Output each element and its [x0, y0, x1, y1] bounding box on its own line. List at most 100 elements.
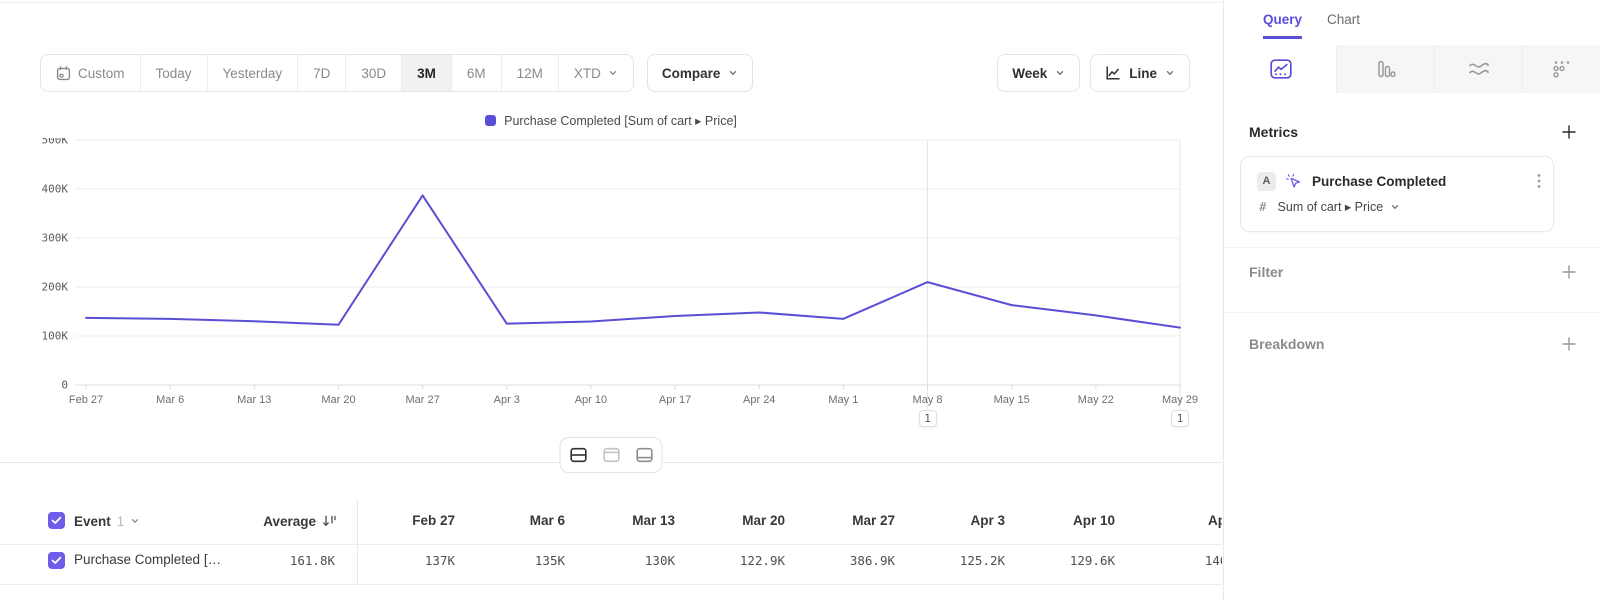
column-header[interactable]: Apr 17: [1140, 513, 1222, 528]
chevron-down-icon: [1055, 68, 1065, 78]
annotation-badge[interactable]: 1: [1171, 410, 1189, 427]
metric-menu-button[interactable]: [1537, 173, 1541, 189]
metric-card[interactable]: A Purchase Completed # Sum of cart ▸ Pri…: [1240, 156, 1554, 232]
chevron-down-icon: [130, 516, 140, 526]
metric-card-row: A Purchase Completed: [1257, 171, 1541, 191]
tab-chart[interactable]: Chart: [1327, 12, 1360, 39]
breakdown-title: Breakdown: [1249, 336, 1324, 352]
range-7d[interactable]: 7D: [298, 55, 346, 91]
metric-aggregation-selector[interactable]: # Sum of cart ▸ Price: [1259, 199, 1400, 214]
svg-text:May 8: May 8: [913, 394, 943, 406]
legend-swatch: [485, 115, 496, 126]
range-label: Custom: [78, 66, 125, 81]
layout-chart-only-button[interactable]: [596, 440, 627, 470]
column-header[interactable]: Feb 27: [345, 513, 455, 528]
calendar-icon: [56, 66, 71, 81]
kebab-icon: [1537, 173, 1541, 189]
range-30d[interactable]: 30D: [346, 55, 402, 91]
svg-text:0: 0: [61, 379, 68, 392]
svg-text:Mar 20: Mar 20: [321, 394, 355, 406]
svg-text:Mar 6: Mar 6: [156, 394, 184, 406]
range-12m[interactable]: 12M: [502, 55, 559, 91]
annotation-badge[interactable]: 1: [919, 410, 937, 427]
average-header-label: Average: [263, 514, 316, 529]
legend-label: Purchase Completed [Sum of cart ▸ Price]: [504, 113, 737, 128]
range-label: 7D: [313, 66, 330, 81]
event-count: 1: [117, 514, 125, 529]
plus-icon: [1562, 337, 1576, 351]
range-6m[interactable]: 6M: [452, 55, 502, 91]
add-breakdown-button[interactable]: [1562, 337, 1576, 351]
row-average-value: 161.8K: [225, 553, 335, 568]
report-type-selector: [1225, 45, 1600, 93]
breakdown-section-header: Breakdown: [1249, 336, 1576, 352]
svg-text:Apr 24: Apr 24: [743, 394, 775, 406]
chart-type-button[interactable]: Line: [1090, 54, 1190, 92]
filter-title: Filter: [1249, 264, 1283, 280]
chevron-down-icon: [608, 68, 618, 78]
range-xtd[interactable]: XTD: [559, 55, 633, 91]
add-metric-button[interactable]: [1562, 125, 1576, 139]
filter-section-header: Filter: [1249, 264, 1576, 280]
layout-table-only-button[interactable]: [629, 440, 660, 470]
plus-icon: [1562, 265, 1576, 279]
range-label: 30D: [361, 66, 386, 81]
add-filter-button[interactable]: [1562, 265, 1576, 279]
main-panel: Custom Today Yesterday 7D 30D 3M6M12MXTD Comp…: [0, 0, 1222, 600]
svg-text:Mar 27: Mar 27: [405, 394, 439, 406]
aggregation-label: Sum of cart ▸ Price: [1278, 199, 1384, 214]
average-column-header[interactable]: Average: [205, 512, 337, 530]
value-cell: 137K: [345, 553, 455, 568]
table-only-icon: [635, 447, 653, 463]
column-header[interactable]: Mar 13: [565, 513, 675, 528]
report-type-retention[interactable]: [1522, 45, 1600, 93]
chart-legend: Purchase Completed [Sum of cart ▸ Price]: [0, 113, 1222, 128]
value-cell: 140.9K: [1140, 553, 1222, 568]
line-chart-icon: [1105, 65, 1121, 81]
tab-chart-label: Chart: [1327, 12, 1360, 27]
svg-text:200K: 200K: [42, 281, 69, 294]
table-row-divider: [0, 544, 1222, 545]
split-view-icon: [569, 447, 587, 463]
sidebar-divider: [1224, 247, 1600, 248]
metrics-section-header: Metrics: [1249, 124, 1576, 140]
plus-icon: [1562, 125, 1576, 139]
granularity-button[interactable]: Week: [997, 54, 1080, 92]
column-header[interactable]: Apr 10: [1005, 513, 1115, 528]
range-today[interactable]: Today: [141, 55, 208, 91]
svg-text:Mar 13: Mar 13: [237, 394, 271, 406]
value-cell: 130K: [565, 553, 675, 568]
tab-query[interactable]: Query: [1263, 12, 1302, 39]
row-event-name[interactable]: Purchase Completed [Sum of cart ▸ Price]: [74, 552, 226, 568]
report-type-flows[interactable]: [1434, 45, 1522, 93]
line-chart[interactable]: 0100K200K300K400K500KFeb 27Mar 6Mar 13Ma…: [0, 138, 1222, 438]
retention-icon: [1552, 59, 1572, 79]
table-column-divider: [357, 500, 358, 584]
event-column-header[interactable]: Event 1: [74, 512, 140, 530]
report-type-funnels[interactable]: [1336, 45, 1434, 93]
column-header[interactable]: Mar 6: [455, 513, 565, 528]
compare-button[interactable]: Compare: [647, 54, 754, 92]
flows-icon: [1468, 59, 1490, 79]
svg-text:May 22: May 22: [1078, 394, 1114, 406]
insights-report: Custom Today Yesterday 7D 30D 3M6M12MXTD Comp…: [0, 0, 1600, 600]
metric-letter-badge: A: [1257, 172, 1276, 191]
query-sidebar: Query Chart Metrics A: [1223, 0, 1600, 600]
row-checkbox[interactable]: [48, 552, 65, 569]
column-header[interactable]: Mar 27: [785, 513, 895, 528]
event-header-label: Event: [74, 514, 111, 529]
range-3m[interactable]: 3M: [402, 55, 452, 91]
column-header[interactable]: Mar 20: [675, 513, 785, 528]
report-type-insights[interactable]: [1225, 45, 1336, 93]
layout-split-view-button[interactable]: [563, 440, 594, 470]
event-cursor-icon: [1285, 173, 1303, 190]
column-header[interactable]: Apr 3: [895, 513, 1005, 528]
breakdown-table: Event 1 Average Feb 27Mar 6Mar 13Mar 20M…: [0, 500, 1222, 600]
range-custom[interactable]: Custom: [41, 55, 141, 91]
range-yesterday[interactable]: Yesterday: [208, 55, 299, 91]
range-label: Yesterday: [223, 66, 283, 81]
sidebar-tabs: Query Chart: [1263, 12, 1360, 39]
granularity-label: Week: [1012, 66, 1047, 81]
chevron-down-icon: [728, 68, 738, 78]
select-all-checkbox[interactable]: [48, 512, 65, 529]
